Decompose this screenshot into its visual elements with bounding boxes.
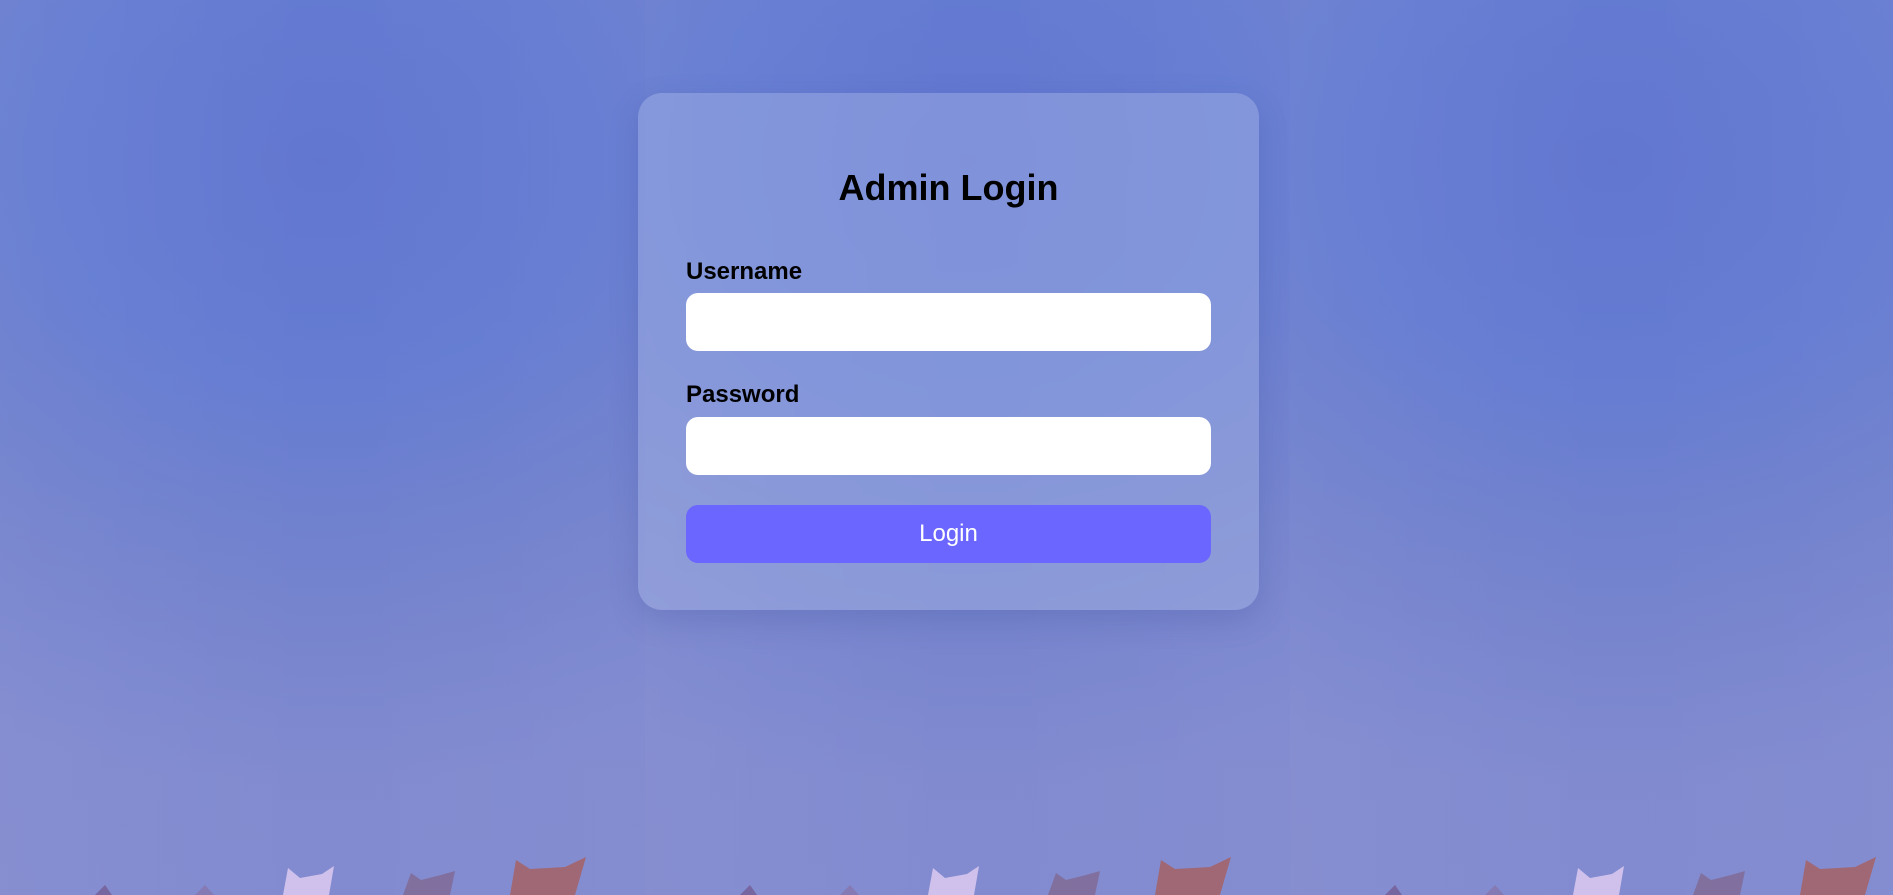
username-input[interactable]	[686, 293, 1211, 351]
password-input[interactable]	[686, 417, 1211, 475]
background-tile	[0, 0, 645, 895]
page-title: Admin Login	[838, 167, 1059, 208]
cat-ears-decoration	[740, 857, 1231, 895]
background-tile	[1290, 0, 1893, 895]
password-label: Password	[686, 381, 800, 408]
username-label: Username	[686, 258, 803, 285]
login-button[interactable]: Login	[686, 505, 1211, 563]
cat-ears-decoration	[1385, 857, 1876, 895]
login-card: Admin Login Username Password Login	[638, 93, 1259, 610]
cat-ears-decoration	[95, 857, 586, 895]
